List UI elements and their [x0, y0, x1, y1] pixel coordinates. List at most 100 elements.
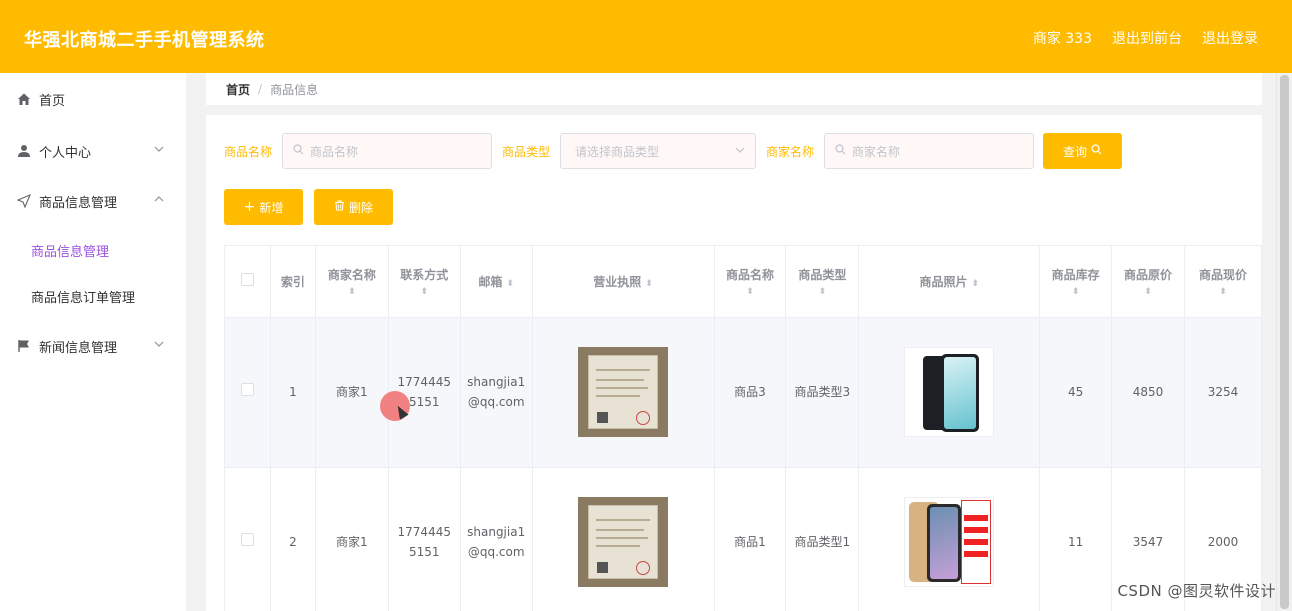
col-header-phone[interactable]: 联系方式 ⬍	[388, 246, 461, 318]
select-all-cell[interactable]	[224, 246, 271, 318]
cell-stock: 11	[1039, 467, 1113, 611]
cell-phone: 17744455151	[388, 467, 461, 611]
sidebar-item-home[interactable]: 首页	[0, 74, 186, 124]
col-header-goods-photo[interactable]: 商品照片 ⬍	[858, 246, 1041, 318]
goods-table: 索引 商家名称 ⬍ 联系方式 ⬍ 邮箱 ⬍ 营业执照 ⬍ 商品名称 ⬍ 商品类型 ⬍ 商品照…	[224, 245, 1262, 611]
query-button[interactable]: 查询	[1043, 133, 1123, 169]
cell-email: shangjia1@qq.com	[460, 317, 533, 468]
delete-button-label: 删除	[348, 200, 373, 215]
sort-icon[interactable]: ⬍	[1040, 287, 1111, 297]
cell-index: 1	[270, 317, 316, 468]
breadcrumb-separator: /	[258, 82, 263, 96]
sort-icon[interactable]: ⬍	[506, 279, 514, 289]
col-header-goods-name[interactable]: 商品名称 ⬍	[714, 246, 787, 318]
sort-icon[interactable]: ⬍	[1185, 287, 1261, 297]
table-header-row: 索引 商家名称 ⬍ 联系方式 ⬍ 邮箱 ⬍ 营业执照 ⬍ 商品名称 ⬍ 商品类型 ⬍ 商品照…	[224, 246, 1262, 318]
scrollbar-thumb[interactable]	[1280, 75, 1289, 609]
cell-goods-name: 商品1	[714, 467, 787, 611]
col-header-orig-price[interactable]: 商品原价 ⬍	[1111, 246, 1185, 318]
row-checkbox[interactable]	[240, 533, 254, 546]
col-header-stock[interactable]: 商品库存 ⬍	[1039, 246, 1113, 318]
merchant-name-placeholder: 商家名称	[852, 144, 901, 159]
plus-icon: +	[243, 199, 256, 215]
goods-name-label: 商品名称	[224, 144, 273, 159]
search-icon	[293, 144, 304, 158]
cell-license	[532, 317, 715, 468]
sidebar-item-goods[interactable]: 商品信息管理	[0, 176, 186, 226]
merchant-name-input[interactable]: 商家名称	[824, 133, 1035, 169]
cell-goods-photo	[858, 317, 1041, 468]
sidebar-subitem-goods-manage[interactable]: 商品信息管理	[0, 227, 186, 273]
col-header-index: 索引	[270, 246, 316, 318]
page-scrollbar[interactable]	[1276, 73, 1292, 611]
search-icon	[835, 144, 846, 158]
sidebar-item-personal[interactable]: 个人中心	[0, 126, 186, 176]
chevron-down-icon	[154, 144, 166, 156]
add-button[interactable]: + 新增	[224, 189, 303, 225]
row-select-cell[interactable]	[224, 317, 271, 468]
goods-photo-image[interactable]	[904, 347, 995, 437]
cell-goods-type: 商品类型1	[785, 467, 860, 611]
sort-icon[interactable]: ⬍	[715, 287, 786, 297]
exit-front-link[interactable]: 退出到前台	[1112, 28, 1182, 48]
table-row[interactable]: 1 商家1 17744455151 shangjia1@qq.com 商品3 商…	[224, 317, 1262, 468]
action-bar: + 新增 删除	[224, 189, 393, 225]
license-image[interactable]	[578, 497, 669, 587]
query-button-label: 查询	[1063, 144, 1088, 159]
license-image[interactable]	[578, 347, 669, 437]
goods-type-placeholder: 请选择商品类型	[575, 144, 660, 159]
sidebar-item-label: 个人中心	[39, 145, 92, 161]
app-title: 华强北商城二手手机管理系统	[24, 30, 265, 51]
sort-icon[interactable]: ⬍	[316, 287, 388, 297]
sort-icon[interactable]: ⬍	[1112, 287, 1184, 297]
logout-link[interactable]: 退出登录	[1202, 28, 1258, 48]
chevron-down-icon	[735, 145, 745, 158]
sidebar-item-label: 首页	[39, 93, 66, 109]
cell-price: 3254	[1184, 317, 1262, 468]
col-header-price[interactable]: 商品现价 ⬍	[1184, 246, 1262, 318]
search-icon	[1091, 144, 1102, 158]
main-area: 首页 / 商品信息 商品名称 商品名称 商品类型 请选择商品类型 商家名称 商家…	[186, 73, 1292, 611]
cell-goods-type: 商品类型3	[785, 317, 860, 468]
chevron-down-icon	[154, 339, 166, 351]
delete-button[interactable]: 删除	[314, 189, 393, 225]
col-header-merchant[interactable]: 商家名称 ⬍	[315, 246, 389, 318]
breadcrumb: 首页 / 商品信息	[206, 73, 1262, 105]
send-icon	[16, 193, 32, 209]
col-header-goods-type[interactable]: 商品类型 ⬍	[785, 246, 860, 318]
flag-icon	[16, 338, 32, 354]
cell-merchant: 商家1	[315, 467, 389, 611]
goods-name-input[interactable]: 商品名称	[282, 133, 493, 169]
breadcrumb-home[interactable]: 首页	[226, 81, 250, 98]
sort-icon[interactable]: ⬍	[971, 279, 979, 289]
sidebar: 首页 个人中心 商品信息管理 商品信息管理 商品信息订单管理 新闻信息管理	[0, 73, 186, 611]
row-select-cell[interactable]	[224, 467, 271, 611]
col-header-license[interactable]: 营业执照 ⬍	[532, 246, 715, 318]
row-checkbox[interactable]	[240, 383, 254, 396]
top-header: 华强北商城二手手机管理系统 商家 333 退出到前台 退出登录	[0, 0, 1292, 73]
trash-icon	[334, 200, 345, 214]
sidebar-item-news[interactable]: 新闻信息管理	[0, 321, 186, 371]
sidebar-subitem-goods-orders[interactable]: 商品信息订单管理	[0, 273, 186, 319]
cell-stock: 45	[1039, 317, 1113, 468]
search-bar: 商品名称 商品名称 商品类型 请选择商品类型 商家名称 商家名称 查询	[224, 133, 1123, 169]
select-all-checkbox[interactable]	[240, 273, 254, 287]
cell-goods-name: 商品3	[714, 317, 787, 468]
col-header-email[interactable]: 邮箱 ⬍	[460, 246, 533, 318]
chevron-up-icon	[154, 194, 166, 206]
merchant-name[interactable]: 商家 333	[1033, 28, 1092, 48]
sidebar-item-label: 新闻信息管理	[39, 340, 118, 356]
sort-icon[interactable]: ⬍	[786, 287, 858, 297]
goods-type-select[interactable]: 请选择商品类型	[560, 133, 757, 169]
cell-index: 2	[270, 467, 316, 611]
table-row[interactable]: 2 商家1 17744455151 shangjia1@qq.com 商品1 商…	[224, 467, 1262, 611]
breadcrumb-current: 商品信息	[270, 82, 319, 97]
goods-name-placeholder: 商品名称	[310, 144, 359, 159]
sort-icon[interactable]: ⬍	[389, 287, 460, 297]
goods-photo-image[interactable]	[904, 497, 995, 587]
sidebar-subitem-label: 商品信息订单管理	[31, 290, 136, 306]
sort-icon[interactable]: ⬍	[645, 279, 653, 289]
watermark: CSDN @图灵软件设计	[1117, 582, 1276, 600]
user-icon	[16, 143, 32, 159]
merchant-name-label: 商家名称	[766, 144, 815, 159]
